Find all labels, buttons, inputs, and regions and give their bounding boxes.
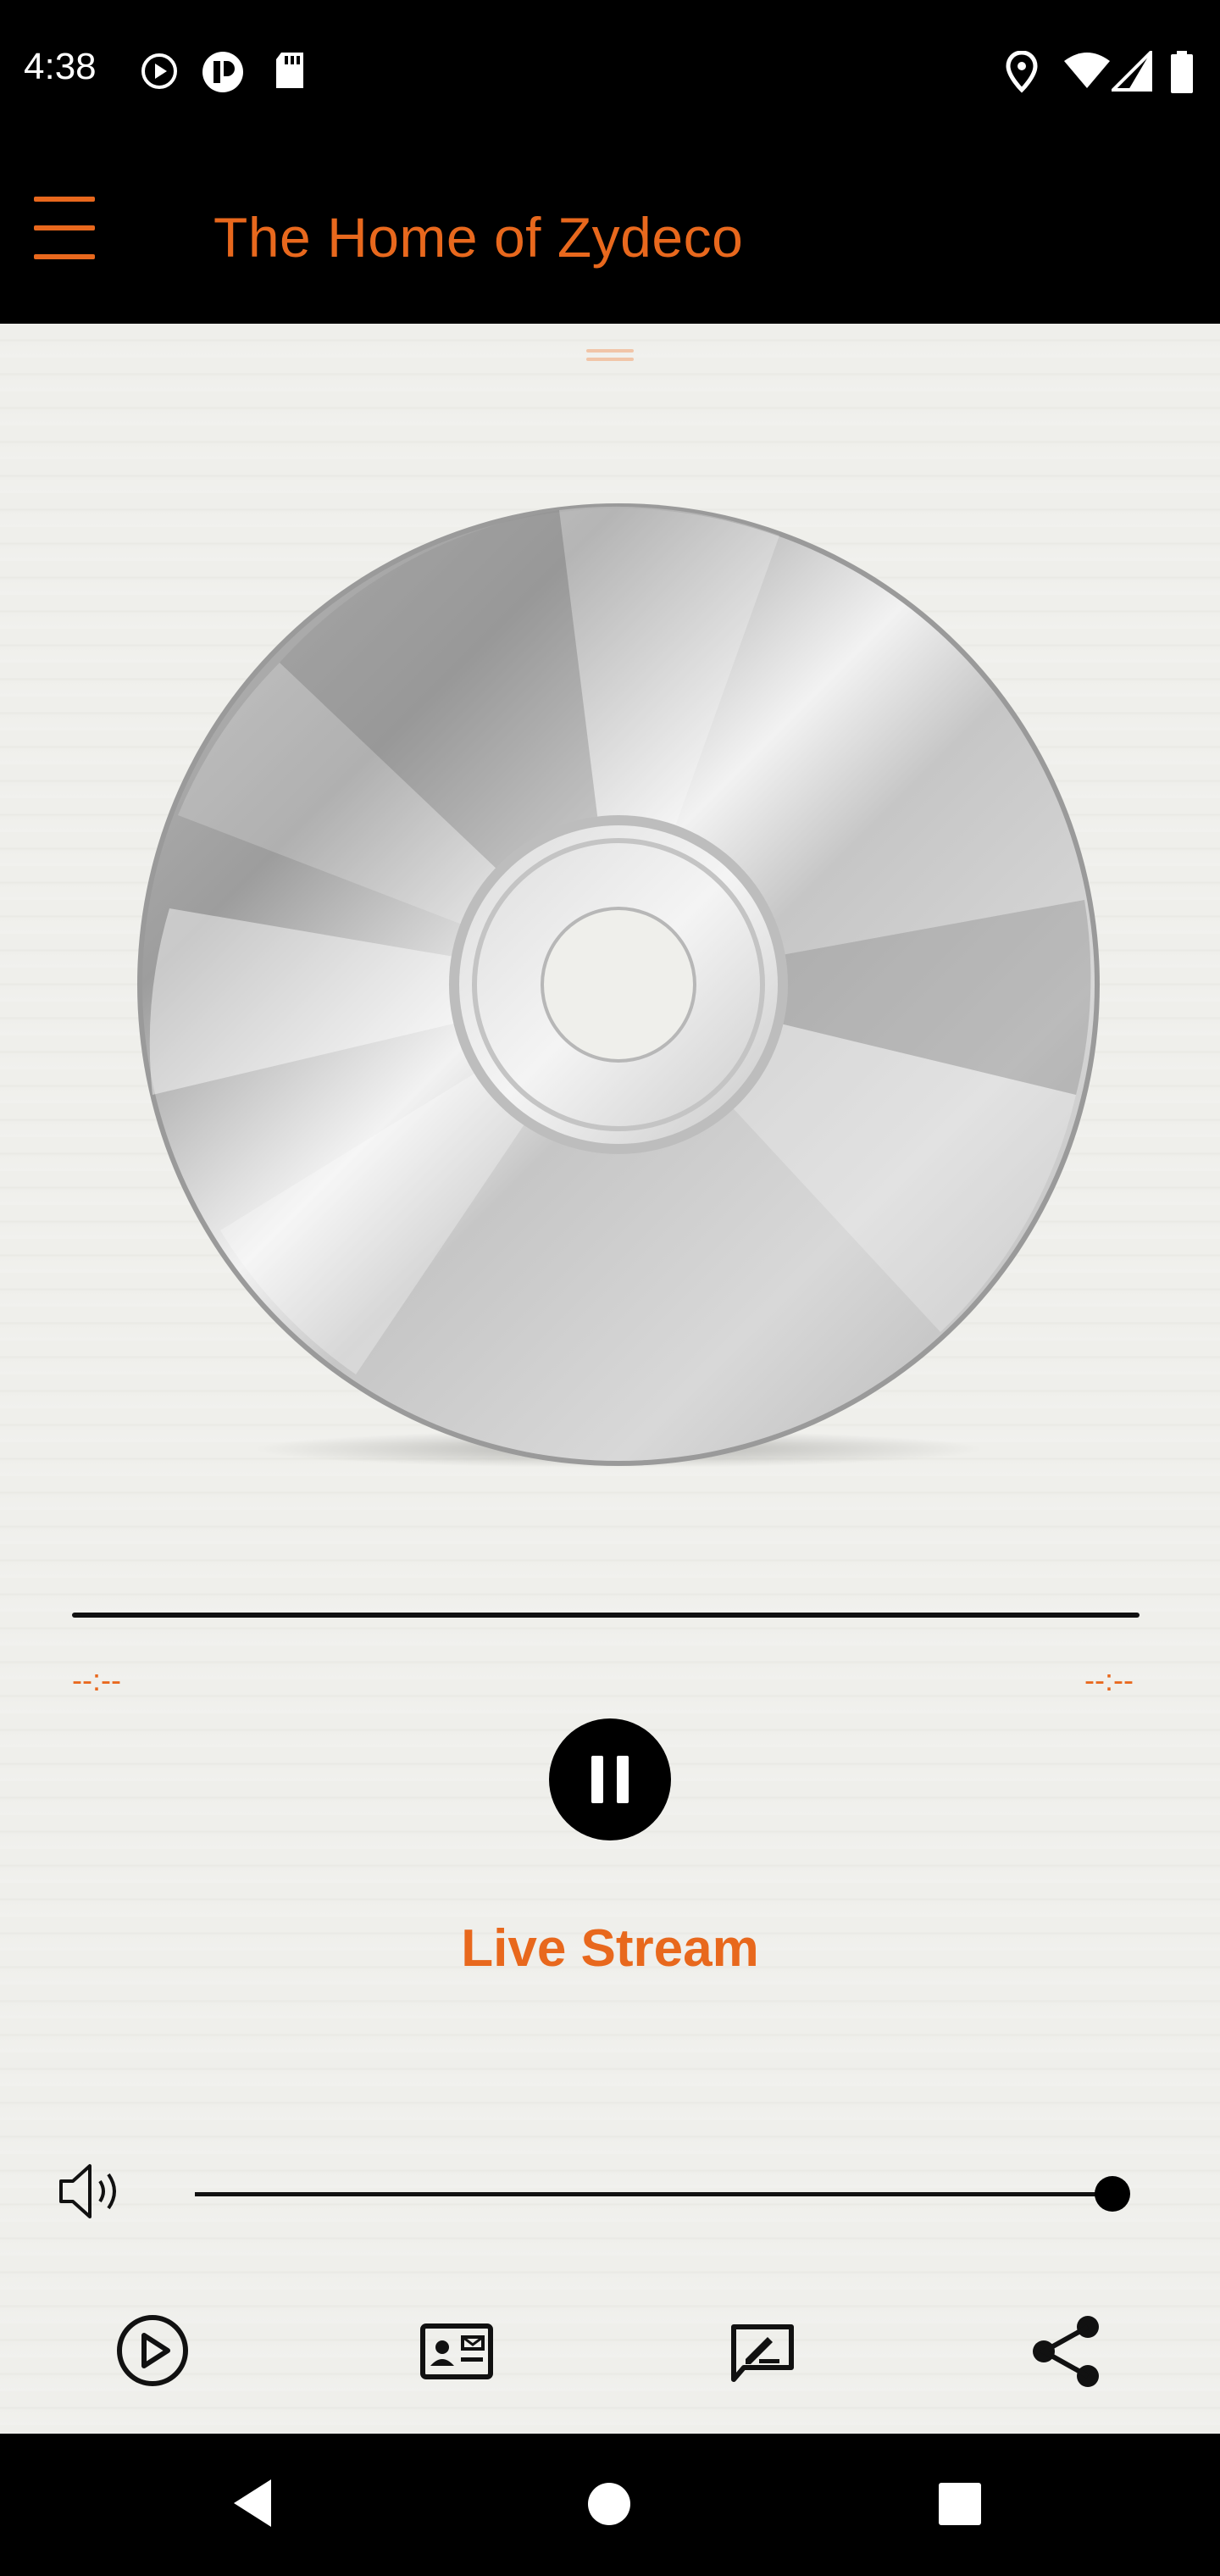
status-bar: 4:38 bbox=[0, 0, 1220, 144]
home-icon[interactable] bbox=[586, 2481, 632, 2527]
pause-button[interactable] bbox=[549, 1718, 671, 1840]
signal-icon bbox=[1112, 51, 1152, 92]
album-artwork-cd bbox=[137, 503, 1100, 1468]
location-icon bbox=[1006, 51, 1038, 93]
pause-icon-bar-2 bbox=[617, 1756, 629, 1803]
volume-slider-thumb[interactable] bbox=[1095, 2176, 1130, 2212]
elapsed-time: --:-- bbox=[72, 1663, 121, 1697]
drag-handle[interactable] bbox=[586, 349, 634, 363]
notification-app-icon bbox=[202, 52, 243, 92]
app-bar: The Home of Zydeco bbox=[0, 144, 1220, 324]
player-panel: --:-- --:-- Live Stream bbox=[0, 324, 1220, 2434]
volume-slider[interactable] bbox=[195, 2192, 1113, 2196]
system-nav-bar bbox=[0, 2434, 1220, 2576]
wifi-icon bbox=[1064, 53, 1110, 88]
pause-icon bbox=[591, 1756, 603, 1803]
duration-time: --:-- bbox=[1084, 1663, 1134, 1697]
share-icon[interactable] bbox=[1029, 2313, 1105, 2390]
volume-icon[interactable] bbox=[56, 2157, 124, 2225]
play-circle-icon[interactable] bbox=[115, 2313, 190, 2388]
back-icon[interactable] bbox=[229, 2476, 280, 2530]
feedback-edit-icon[interactable] bbox=[730, 2323, 795, 2384]
app-title: The Home of Zydeco bbox=[214, 206, 744, 269]
station-label: Live Stream bbox=[461, 1919, 759, 1978]
battery-icon bbox=[1171, 51, 1193, 93]
recents-icon[interactable] bbox=[937, 2481, 983, 2527]
play-circle-status-icon bbox=[141, 53, 177, 89]
sd-card-icon bbox=[276, 53, 303, 88]
progress-bar[interactable] bbox=[72, 1613, 1140, 1618]
hamburger-menu-icon[interactable] bbox=[34, 197, 98, 271]
contact-card-icon[interactable] bbox=[420, 2323, 493, 2379]
status-time: 4:38 bbox=[24, 46, 97, 87]
